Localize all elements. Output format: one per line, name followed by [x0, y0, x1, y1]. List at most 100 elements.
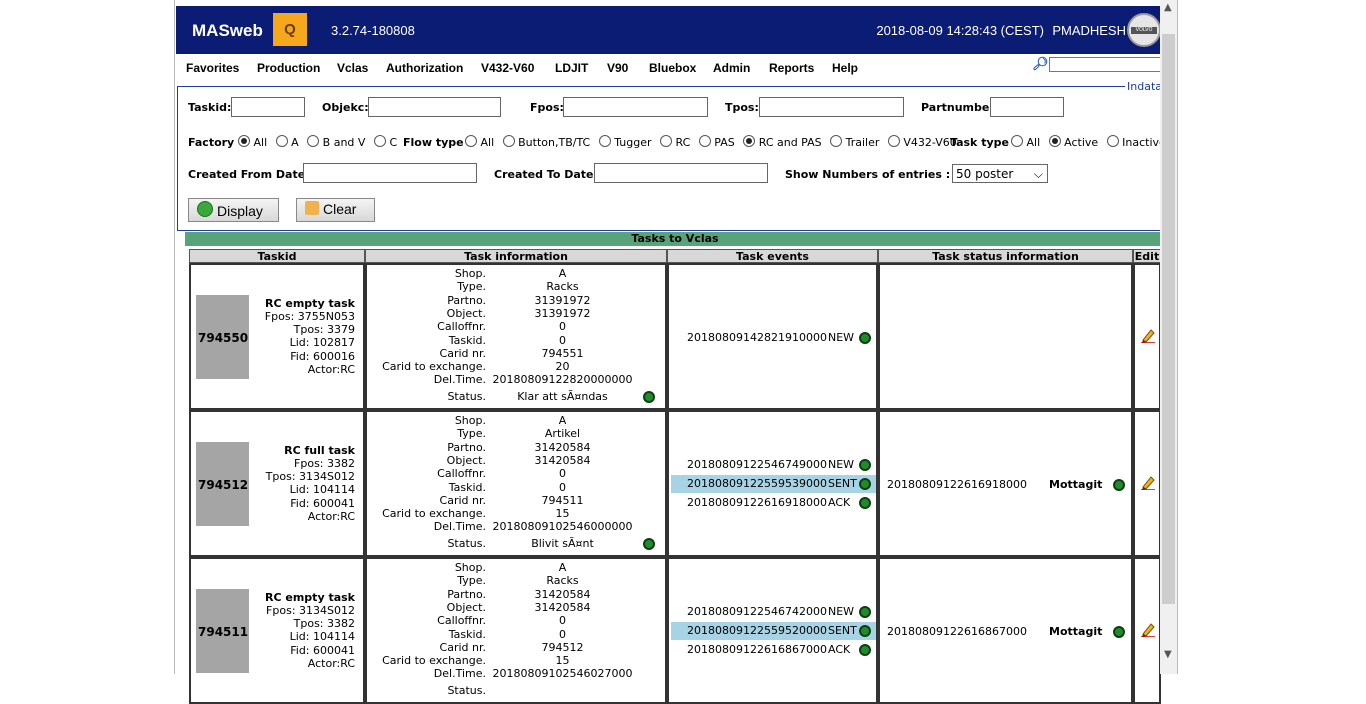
factory-option-c[interactable]: C [373, 135, 397, 149]
info-label: Carid nr. [439, 640, 486, 654]
info-label: Partno. [447, 440, 486, 454]
event-timestamp: 20180809122616918000 [687, 496, 827, 509]
col-header-task-information: Task information [365, 249, 667, 263]
col-header-edit: Edit [1133, 249, 1161, 263]
taskid-cell: 794511 RC empty task Fpos: 3134S012 Tpos: 3… [189, 557, 365, 704]
event-row: 20180809122559539000 SENT [671, 475, 876, 493]
show-entries-select[interactable]: 50 poster ⌵ [952, 164, 1048, 183]
info-value: 794511 [541, 493, 584, 507]
info-label: Type. [457, 427, 486, 441]
info-value: 31420584 [534, 440, 591, 454]
edit-cell [1133, 557, 1161, 704]
factory-option-b-and-v[interactable]: B and V [307, 135, 365, 149]
event-row: 20180809142821910000 NEW [671, 329, 876, 347]
menu-bluebox[interactable]: Bluebox [649, 61, 696, 75]
objekc-input[interactable] [368, 97, 501, 117]
info-value: 31391972 [534, 306, 591, 320]
edit-pencil-icon[interactable] [1140, 327, 1156, 344]
created-from-input[interactable] [303, 163, 477, 183]
tpos-input[interactable] [759, 97, 904, 117]
menu-favorites[interactable]: Favorites [186, 61, 239, 75]
event-status-icon [859, 606, 871, 618]
tpos-label: Tpos: [725, 101, 759, 114]
info-value: A [558, 414, 567, 427]
task-status-cell: 20180809122616867000 Mottagit [878, 557, 1133, 704]
q-logo-icon: Q [273, 13, 307, 46]
partnumber-input[interactable] [990, 97, 1064, 117]
info-value: 20 [555, 360, 570, 374]
menu-vclas[interactable]: Vclas [337, 61, 368, 75]
task-events-cell: 20180809142821910000 NEW [667, 263, 878, 410]
menu-admin[interactable]: Admin [713, 61, 750, 75]
menu-ldjit[interactable]: LDJIT [555, 61, 588, 75]
menu-reports[interactable]: Reports [769, 61, 814, 75]
flow-option-all[interactable]: All [465, 135, 494, 149]
search-input[interactable] [1049, 57, 1170, 72]
task-type-option-all[interactable]: All [1011, 135, 1040, 149]
clear-button[interactable]: Clear [296, 198, 375, 222]
factory-option-all[interactable]: All [238, 135, 267, 149]
taskid-input[interactable] [231, 97, 305, 117]
info-value: 20180809122820000000 [492, 373, 633, 387]
factory-option-a[interactable]: A [275, 135, 299, 149]
event-timestamp: 20180809122616867000 [687, 643, 827, 656]
flow-option-rc-and-pas[interactable]: RC and PAS [743, 135, 822, 149]
flow-option-button[interactable]: Button,TB/TC [502, 135, 590, 149]
task-type-option-active[interactable]: Active [1048, 135, 1098, 149]
flow-option-tugger[interactable]: Tugger [598, 135, 652, 149]
taskid-value: 794550 [198, 331, 249, 345]
eraser-icon [305, 201, 319, 215]
app-brand[interactable]: MASweb [192, 21, 263, 41]
fpos-input[interactable] [563, 97, 708, 117]
search-icon[interactable]: 🔎︎ [1032, 56, 1049, 72]
task-type-radio-group: All Active Inactive [1011, 135, 1171, 149]
created-to-input[interactable] [594, 163, 768, 183]
event-status: ACK [828, 496, 851, 509]
edit-pencil-icon[interactable] [1140, 474, 1156, 491]
taskid-cell: 794550 RC empty task Fpos: 3755N053 Tpos: 3… [189, 263, 365, 410]
info-value: 31420584 [534, 453, 591, 467]
menu-v432-v60[interactable]: V432-V60 [481, 61, 534, 75]
menu-v90[interactable]: V90 [607, 61, 628, 75]
info-value: 15 [555, 507, 570, 521]
task-events-cell: 20180809122546742000 NEW 20180809122559520… [667, 557, 878, 704]
task-type-option-inactive[interactable]: Inactive [1106, 135, 1166, 149]
flow-option-trailer[interactable]: Trailer [830, 135, 879, 149]
menu-authorization[interactable]: Authorization [386, 61, 463, 75]
task-status-cell [878, 263, 1133, 410]
task-tpos: Tpos: 3382 [293, 617, 355, 630]
taskid-label: Taskid: [188, 101, 232, 114]
info-label: Shop. [454, 267, 486, 280]
info-label: Type. [457, 280, 486, 294]
flow-option-rc[interactable]: RC [660, 135, 690, 149]
status-timestamp: 20180809122616918000 [887, 478, 1027, 491]
event-status-icon [859, 478, 871, 490]
menu-help[interactable]: Help [832, 61, 858, 75]
flow-option-v432-v60[interactable]: V432-V60 [887, 135, 957, 149]
task-title: RC empty task [265, 297, 355, 310]
taskid-block[interactable]: 794550 [196, 295, 249, 379]
scroll-up-icon[interactable]: ▲ [1164, 2, 1172, 13]
event-status: ACK [828, 643, 851, 656]
taskid-block[interactable]: 794512 [196, 442, 249, 526]
created-from-label: Created From Date: [188, 168, 310, 181]
menu-production[interactable]: Production [257, 61, 320, 75]
taskid-block[interactable]: 794511 [196, 589, 249, 673]
info-label: Carid to exchange. [382, 360, 486, 374]
edit-pencil-icon[interactable] [1140, 621, 1156, 638]
event-timestamp: 20180809122559520000 [687, 624, 827, 637]
info-value: 0 [559, 614, 566, 628]
vertical-scrollbar[interactable]: ▲ ▼ [1160, 0, 1177, 674]
display-button[interactable]: Display [188, 198, 279, 222]
show-entries-label: Show Numbers of entries : [785, 168, 951, 181]
status-ok-icon [1113, 626, 1125, 638]
flow-option-pas[interactable]: PAS [698, 135, 735, 149]
scroll-down-icon[interactable]: ▼ [1164, 649, 1172, 660]
task-actor: Actor:RC [307, 510, 355, 523]
info-label: Partno. [447, 293, 486, 307]
scrollbar-thumb[interactable] [1162, 34, 1175, 604]
info-value: 0 [559, 480, 566, 494]
event-status: SENT [828, 477, 857, 490]
info-value: 794551 [541, 346, 584, 360]
tasks-table: Taskid Task information Task events Task… [188, 249, 1162, 704]
